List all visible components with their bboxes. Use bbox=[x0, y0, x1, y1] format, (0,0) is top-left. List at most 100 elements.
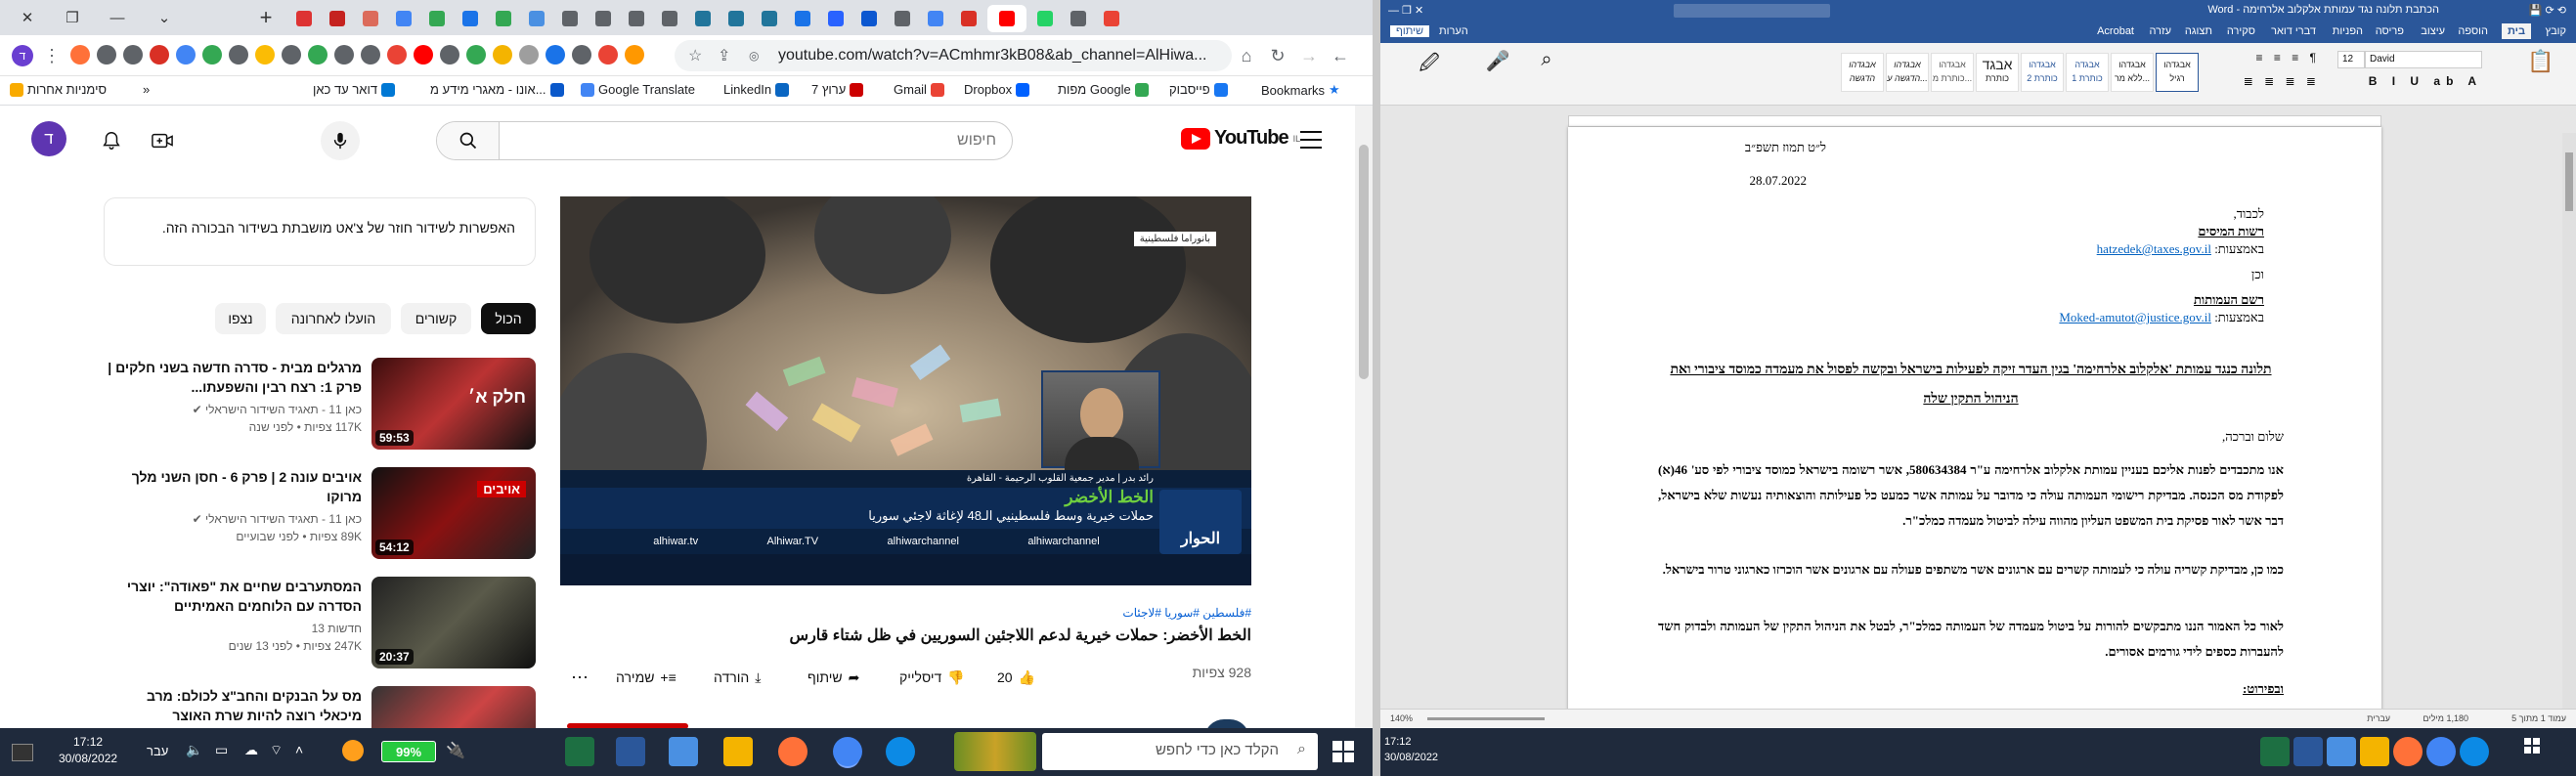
bookmark-mail[interactable]: דואר עד כאן bbox=[313, 82, 396, 97]
browser-tab[interactable] bbox=[589, 5, 618, 32]
style-subtle-emphasis[interactable]: אבגדהו הדגשה ע... bbox=[1886, 53, 1929, 92]
side-clock[interactable]: 17:12 30/08/2022 bbox=[1384, 734, 1438, 765]
bookmark-translate[interactable]: Google Translate bbox=[581, 82, 695, 97]
bookmark-bookmarks[interactable]: Bookmarks ★ bbox=[1261, 82, 1340, 98]
extension-icon[interactable] bbox=[97, 45, 116, 65]
browser-tab[interactable] bbox=[854, 5, 884, 32]
browser-tab[interactable] bbox=[788, 5, 817, 32]
youtube-logo[interactable]: YouTube IL bbox=[1181, 127, 1300, 150]
document-page[interactable]: ל״ט תמוז תשפ״ב 28.07.2022 לכבוד, רשות המ… bbox=[1568, 127, 2381, 713]
email-link-2[interactable]: Moked-amutot@justice.gov.il bbox=[2059, 310, 2211, 324]
like-button[interactable]: 👍 20 bbox=[997, 661, 1035, 694]
tab-insert[interactable]: הוספה bbox=[2458, 25, 2488, 37]
browser-tab[interactable] bbox=[888, 5, 917, 32]
reload-icon[interactable]: ↻ bbox=[1265, 43, 1290, 68]
create-video-icon[interactable] bbox=[143, 121, 182, 160]
browser-tab[interactable] bbox=[456, 5, 485, 32]
recommendation-title[interactable]: המסתערבים שחיים את "פאודה": יוצרי הסדרה … bbox=[108, 577, 362, 616]
video-thumbnail[interactable]: 20:37 bbox=[371, 577, 536, 668]
battery-indicator[interactable]: 99% bbox=[381, 741, 436, 762]
save-button[interactable]: ≡+ שמירה bbox=[616, 661, 677, 694]
tab-design[interactable]: עיצוב bbox=[2421, 25, 2445, 37]
email-link-1[interactable]: hatzedek@taxes.gov.il bbox=[2097, 241, 2211, 256]
browser-tab[interactable] bbox=[422, 5, 452, 32]
file-explorer-icon[interactable] bbox=[723, 737, 753, 766]
back-icon[interactable]: ← bbox=[1328, 43, 1353, 68]
home-icon[interactable]: ⌂ bbox=[1234, 43, 1259, 68]
paste-button[interactable]: 📋 bbox=[2519, 49, 2562, 92]
lens-icon[interactable]: ◎ bbox=[749, 49, 759, 63]
edge-icon[interactable] bbox=[2460, 737, 2489, 766]
window-divider[interactable] bbox=[1373, 0, 1380, 776]
start-icon[interactable] bbox=[1332, 740, 1355, 763]
new-tab-button[interactable]: + bbox=[248, 0, 284, 35]
extension-icon[interactable] bbox=[150, 45, 169, 65]
bookmark-arutz7[interactable]: ערוץ 7 bbox=[811, 82, 864, 97]
recommendation-channel[interactable]: כאן 11 - תאגיד השידור הישראלי ✔ bbox=[108, 512, 362, 526]
extension-icon[interactable] bbox=[572, 45, 591, 65]
browser-tab[interactable] bbox=[323, 5, 352, 32]
guide-menu-icon[interactable] bbox=[1300, 131, 1322, 149]
word-search-box[interactable] bbox=[1674, 4, 1830, 18]
hidden-icons-icon[interactable]: ˄ bbox=[295, 742, 303, 757]
style-normal[interactable]: אבגדהו רגיל bbox=[2156, 53, 2199, 92]
font-name-select[interactable]: David bbox=[2365, 51, 2482, 68]
download-button[interactable]: ⤓ הורדה bbox=[714, 661, 761, 694]
style-no-spacing[interactable]: אבגדהו ללא מר... bbox=[2111, 53, 2154, 92]
power-icon[interactable]: 🔌 bbox=[446, 741, 465, 760]
paragraph-buttons[interactable]: ≡ ≡ ≡ ¶ bbox=[2212, 51, 2320, 65]
browser-tab[interactable] bbox=[1030, 5, 1060, 32]
browser-tab[interactable] bbox=[755, 5, 784, 32]
browser-tab[interactable] bbox=[821, 5, 851, 32]
tab-acrobat[interactable]: Acrobat bbox=[2097, 25, 2134, 37]
chip-watched[interactable]: נצפו bbox=[215, 303, 266, 334]
video-thumbnail[interactable] bbox=[371, 686, 536, 728]
tab-file[interactable]: קובץ bbox=[2546, 25, 2566, 37]
bookmark-gmail[interactable]: Gmail bbox=[894, 82, 944, 97]
notifications-icon[interactable] bbox=[92, 121, 131, 160]
chrome-icon[interactable] bbox=[2426, 737, 2456, 766]
share-button[interactable]: ➦ שיתוף bbox=[808, 661, 859, 694]
search-highlight-icon[interactable] bbox=[954, 732, 1036, 771]
style-title[interactable]: אבגד כותרת bbox=[1976, 53, 2019, 92]
status-words[interactable]: 1,180 מילים bbox=[2423, 713, 2468, 723]
volume-icon[interactable]: 🔈 bbox=[186, 742, 202, 758]
excel-icon[interactable] bbox=[565, 737, 594, 766]
recommendation-channel[interactable]: כאן 11 - תאגיד השידור הישראלי ✔ bbox=[108, 403, 362, 416]
extension-icon[interactable] bbox=[414, 45, 433, 65]
browser-tab[interactable] bbox=[987, 5, 1026, 32]
extension-icon[interactable] bbox=[176, 45, 196, 65]
page-scrollbar[interactable] bbox=[1355, 106, 1373, 728]
photos-icon[interactable] bbox=[669, 737, 698, 766]
start-icon[interactable] bbox=[2524, 738, 2540, 754]
status-page[interactable]: עמוד 1 מתוך 5 bbox=[2511, 713, 2566, 723]
chrome-icon[interactable] bbox=[833, 737, 862, 766]
share-button[interactable]: שיתוף bbox=[1390, 25, 1429, 37]
channel-avatar[interactable] bbox=[1204, 719, 1249, 728]
scrollbar-thumb[interactable] bbox=[1359, 145, 1369, 379]
find-icon[interactable]: ⌕ bbox=[1527, 49, 1566, 92]
bookmark-ono[interactable]: אונו - מאגרי מידע מ... bbox=[430, 82, 564, 97]
extension-icon[interactable] bbox=[229, 45, 248, 65]
extension-icon[interactable] bbox=[308, 45, 327, 65]
style-heading-1[interactable]: אבגדה כותרת 1 bbox=[2066, 53, 2109, 92]
search-button[interactable] bbox=[437, 122, 500, 159]
extension-icon[interactable] bbox=[493, 45, 512, 65]
browser-tab[interactable] bbox=[688, 5, 718, 32]
recommendation-item[interactable]: מס על הבנקים והחב"צ לכולם: מרב מיכאלי רו… bbox=[104, 686, 536, 728]
tab-mailings[interactable]: דברי דואר bbox=[2271, 25, 2316, 37]
edge-icon[interactable] bbox=[886, 737, 915, 766]
profile-icon[interactable]: ד bbox=[12, 45, 33, 66]
browser-tab[interactable] bbox=[356, 5, 385, 32]
browser-tab[interactable] bbox=[921, 5, 950, 32]
tab-home[interactable]: בית bbox=[2501, 23, 2531, 39]
taskbar-search-box[interactable]: הקלד כאן כדי לחפש ⌕ bbox=[1042, 733, 1318, 770]
recommendation-item[interactable]: אויבים 54:12 אויבים עונה 2 | פרק 6 - חסן… bbox=[104, 467, 536, 588]
extension-icon[interactable] bbox=[123, 45, 143, 65]
wifi-icon[interactable]: ⌔ bbox=[270, 742, 283, 759]
tab-review[interactable]: סקירה bbox=[2227, 25, 2255, 37]
address-bar[interactable]: ☆ ⇪ ◎ youtube.com/watch?v=ACmhmr3kB08&ab… bbox=[675, 40, 1232, 71]
extension-icon[interactable] bbox=[598, 45, 618, 65]
extension-icon[interactable] bbox=[202, 45, 222, 65]
tab-references[interactable]: הפניות bbox=[2333, 25, 2363, 37]
